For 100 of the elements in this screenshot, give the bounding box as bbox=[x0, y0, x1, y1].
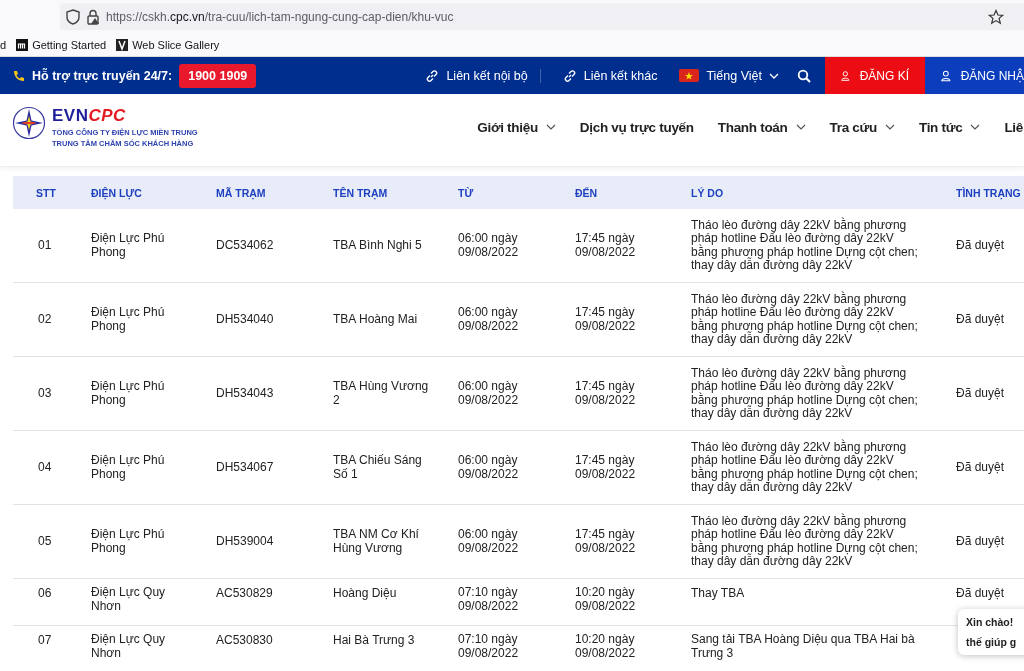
reason-cell-text: Sang tải TBA Hoàng Diệu qua TBA Hai bà Trưng 3 bbox=[691, 633, 916, 660]
end-cell-text: 17:45 ngày 09/08/2022 bbox=[575, 528, 637, 555]
index-cell: 06 bbox=[38, 587, 52, 601]
end-cell-text: 17:45 ngày 09/08/2022 bbox=[575, 454, 637, 481]
index-cell: 01 bbox=[38, 239, 52, 253]
reason-cell-text: Tháo lèo đường dây 22kV bằng phương pháp hotline Đấu lèo đường dây 22kV bằng phương pháp hotline Dựng cột chen; thay dây dẫn đường dây 22kV bbox=[691, 366, 919, 421]
bookmark-star-icon[interactable] bbox=[988, 8, 1004, 25]
station-cell-text: TBA Hùng Vương 2 bbox=[333, 380, 430, 407]
bookmark[interactable]: Web Slice Gallery bbox=[116, 38, 220, 51]
top-link[interactable]: Liên kết khác bbox=[562, 68, 658, 83]
end-cell-text: 17:45 ngày 09/08/2022 bbox=[575, 306, 637, 333]
logo-emblem-icon bbox=[12, 106, 46, 140]
caret-icon bbox=[769, 72, 779, 79]
register-button[interactable]: ĐĂNG KÍ bbox=[825, 57, 925, 94]
hotline-badge[interactable]: 1900 1909 bbox=[179, 63, 257, 88]
nav-item[interactable]: Tra cứu bbox=[829, 119, 895, 135]
status-cell: Đã duyệt bbox=[956, 239, 1005, 253]
nav-item[interactable]: Thanh toán bbox=[717, 119, 806, 135]
user-icon bbox=[941, 68, 951, 83]
station-cell: TBA Bình Nghi 5 bbox=[333, 239, 422, 253]
reason-cell-text: Tháo lèo đường dây 22kV bằng phương pháp hotline Đấu lèo đường dây 22kV bằng phương pháp hotline Dựng cột chen; thay dây dẫn đường dây 22kV bbox=[691, 292, 919, 347]
column-header: ĐIỆN LỰC bbox=[91, 186, 143, 199]
index-cell: 02 bbox=[38, 313, 52, 327]
status-cell: Đã duyệt bbox=[956, 587, 1005, 601]
login-button[interactable]: ĐĂNG NHẬ bbox=[925, 57, 1024, 94]
unit-cell-text: Điện Lực Quy Nhơn bbox=[91, 586, 167, 613]
reason-cell-text: Tháo lèo đường dây 22kV bằng phương pháp hotline Đấu lèo đường dây 22kV bằng phương pháp hotline Dựng cột chen; thay dây dẫn đường dây 22kV bbox=[691, 440, 919, 495]
column-header: TÊN TRẠM bbox=[333, 186, 389, 199]
column-header: LÝ DO bbox=[691, 186, 725, 199]
reason-cell-text: Tháo lèo đường dây 22kV bằng phương pháp hotline Đấu lèo đường dây 22kV bằng phương pháp hotline Dựng cột chen; thay dây dẫn đường dây 22kV bbox=[691, 514, 919, 569]
start-cell-text: 06:00 ngày 09/08/2022 bbox=[458, 528, 520, 555]
address-bar[interactable]: https://cskh.cpc.vn/tra-cuu/lich-tam-ngung-cung-cap-dien/khu-vuc bbox=[60, 3, 1024, 30]
index-cell: 05 bbox=[38, 535, 52, 549]
index-cell: 03 bbox=[38, 387, 52, 401]
chevron-down-icon bbox=[795, 124, 806, 130]
end-cell-text: 10:20 ngày 09/08/2022 bbox=[575, 586, 637, 613]
bookmark-m-icon bbox=[16, 38, 29, 51]
index-cell: 04 bbox=[38, 461, 52, 475]
status-cell: Đã duyệt bbox=[956, 313, 1005, 327]
end-cell-text: 10:20 ngày 09/08/2022 bbox=[575, 633, 637, 660]
link-icon bbox=[425, 68, 440, 83]
station-cell: Hai Bà Trưng 3 bbox=[333, 634, 415, 648]
unit-cell-text: Điện Lực Phú Phong bbox=[91, 306, 166, 333]
station-cell-text: TBA NM Cơ Khí Hùng Vương bbox=[333, 528, 420, 555]
chat-message: Xin chào! bbox=[966, 616, 1015, 628]
column-header: TỪ bbox=[458, 186, 475, 199]
chat-popup[interactable]: Xin chào! thế giúp g bbox=[958, 609, 1024, 655]
language-selector[interactable]: Tiếng Việt bbox=[679, 68, 779, 83]
top-link[interactable]: Liên kết nội bộ bbox=[425, 68, 528, 83]
start-cell-text: 06:00 ngày 09/08/2022 bbox=[458, 380, 520, 407]
flag-icon bbox=[679, 69, 700, 82]
search-icon[interactable] bbox=[797, 68, 811, 83]
nav-item[interactable]: Tin tức bbox=[918, 119, 981, 135]
user-icon bbox=[841, 68, 850, 83]
chat-message: thế giúp g bbox=[966, 636, 1018, 648]
end-cell-text: 17:45 ngày 09/08/2022 bbox=[575, 232, 637, 259]
index-cell: 07 bbox=[38, 634, 52, 648]
status-cell: Đã duyệt bbox=[956, 461, 1005, 475]
column-header: ĐẾN bbox=[575, 186, 599, 199]
nav-item[interactable]: Liê bbox=[1004, 119, 1023, 135]
chevron-down-icon bbox=[545, 124, 556, 130]
link-icon bbox=[562, 68, 577, 83]
status-cell: Đã duyệt bbox=[956, 535, 1005, 549]
code-cell: AC530829 bbox=[216, 587, 273, 601]
code-cell: DC534062 bbox=[216, 239, 274, 253]
unit-cell-text: Điện Lực Phú Phong bbox=[91, 528, 166, 555]
column-header: TÌNH TRẠNG bbox=[956, 186, 1022, 199]
chevron-down-icon bbox=[884, 124, 895, 130]
shield-icon bbox=[66, 8, 80, 25]
code-cell: DH534067 bbox=[216, 461, 274, 475]
brand-name: EVNCPC bbox=[52, 106, 127, 126]
code-cell: DH534043 bbox=[216, 387, 274, 401]
column-header: STT bbox=[35, 186, 57, 199]
code-cell: AC530830 bbox=[216, 634, 273, 648]
unit-cell-text: Điện Lực Phú Phong bbox=[91, 380, 166, 407]
status-cell: Đã duyệt bbox=[956, 387, 1005, 401]
start-cell-text: 06:00 ngày 09/08/2022 bbox=[458, 454, 520, 481]
reason-cell: Thay TBA bbox=[691, 587, 745, 601]
reason-cell-text: Tháo lèo đường dây 22kV bằng phương pháp hotline Đấu lèo đường dây 22kV bằng phương pháp hotline Dựng cột chen; thay dây dẫn đường dây 22kV bbox=[691, 218, 919, 273]
bookmark[interactable]: d bbox=[0, 38, 7, 51]
chevron-down-icon bbox=[970, 124, 981, 130]
start-cell-text: 06:00 ngày 09/08/2022 bbox=[458, 306, 520, 333]
start-cell-text: 07:10 ngày 09/08/2022 bbox=[458, 633, 520, 660]
phone-icon bbox=[12, 68, 26, 83]
start-cell-text: 07:10 ngày 09/08/2022 bbox=[458, 586, 520, 613]
station-cell: Hoàng Diệu bbox=[333, 587, 397, 601]
nav-item[interactable]: Dịch vụ trực tuyến bbox=[579, 119, 694, 135]
support-label: Hỗ trợ trực truyến 24/7: bbox=[32, 68, 173, 83]
unit-cell-text: Điện Lực Phú Phong bbox=[91, 454, 166, 481]
nav-item[interactable]: Giới thiệu bbox=[477, 119, 556, 135]
bookmark-slice-icon bbox=[116, 38, 129, 51]
bookmark[interactable]: Getting Started bbox=[16, 38, 107, 51]
unit-cell-text: Điện Lực Quy Nhơn bbox=[91, 633, 167, 660]
lock-icon bbox=[86, 8, 100, 25]
start-cell-text: 06:00 ngày 09/08/2022 bbox=[458, 232, 520, 259]
end-cell-text: 17:45 ngày 09/08/2022 bbox=[575, 380, 637, 407]
unit-cell-text: Điện Lực Phú Phong bbox=[91, 232, 166, 259]
column-header: MÃ TRẠM bbox=[216, 186, 267, 199]
code-cell: DH534040 bbox=[216, 313, 274, 327]
code-cell: DH539004 bbox=[216, 535, 274, 549]
